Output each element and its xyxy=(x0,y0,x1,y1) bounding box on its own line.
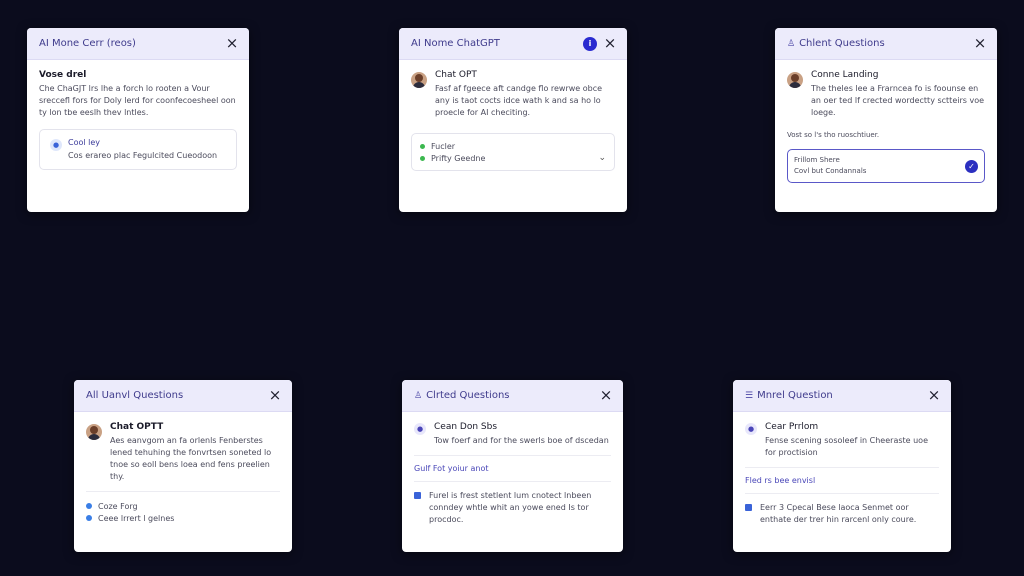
card-header: All Uanvl Questions × xyxy=(74,380,292,412)
card-header: ♙ Clrted Questions × xyxy=(402,380,623,412)
close-icon[interactable]: × xyxy=(927,388,941,403)
card-title: Clrted Questions xyxy=(426,390,510,401)
option-item[interactable]: Ceee lrrert l gelnes xyxy=(86,512,280,524)
card-header: AI Mone Cerr (reos) × xyxy=(27,28,249,60)
card-title: All Uanvl Questions xyxy=(86,390,184,401)
document-icon xyxy=(745,504,752,511)
divider xyxy=(86,491,280,492)
card-header: ♙ Chlent Questions × xyxy=(775,28,997,60)
chat-card-3: ♙ Chlent Questions × Conne Landing The t… xyxy=(775,28,997,212)
card-body-text: Tow foerf and for the swerls boe of dsce… xyxy=(434,436,609,445)
document-icon xyxy=(414,492,421,499)
avatar xyxy=(86,424,102,440)
option-label: Coze Forg xyxy=(98,501,138,511)
close-icon[interactable]: × xyxy=(973,36,987,51)
avatar xyxy=(411,72,427,88)
info-badge[interactable]: i xyxy=(583,36,597,51)
card-body-text: Fasf af fgeece aft candge flo rewrwe obc… xyxy=(435,84,603,117)
divider xyxy=(414,455,611,456)
user-name: Cean Don Sbs xyxy=(434,422,498,432)
option-label: Prifty Geedne xyxy=(431,153,486,163)
card-header: ☰ Mnrel Question × xyxy=(733,380,951,412)
chat-card-1: AI Mone Cerr (reos) × Vose drel Che ChaG… xyxy=(27,28,249,212)
lock-icon: ● xyxy=(50,139,62,151)
card-footer-text: Eerr 3 Cpecal Bese laoca Senmet oor enth… xyxy=(760,503,917,524)
card-note: Vost so l's tho ruoschtiuer. xyxy=(787,131,880,139)
card-body-text: Fense scening sosoleef in Cheeraste uoe … xyxy=(765,436,928,457)
card-link[interactable]: Fled rs bee envisl xyxy=(745,476,939,485)
card-body-text: Che ChaGJT lrs lhe a forch lo rooten a V… xyxy=(39,84,236,117)
sub-text: Cos erareo plac Fegulcited Cueodoon xyxy=(68,151,218,160)
status-dot-icon xyxy=(420,143,425,149)
user-name: Cear Prrlom xyxy=(765,422,819,432)
card-header: AI Nome ChatGPT i × xyxy=(399,28,627,60)
user-name: Chat OPT xyxy=(435,70,477,80)
close-icon[interactable]: × xyxy=(603,36,617,51)
card-footer-text: Furel is frest stetlent lum cnotect lnbe… xyxy=(429,491,592,524)
status-dot-icon xyxy=(86,515,92,521)
chat-card-4: All Uanvl Questions × Chat OPTT Aes eanv… xyxy=(74,380,292,552)
select-line-1: Frillom Shere xyxy=(794,156,840,164)
selected-option[interactable]: Frillom Shere Covl but Condannals ✓ xyxy=(787,149,985,183)
close-icon[interactable]: × xyxy=(225,36,239,51)
user-icon: ♙ xyxy=(787,38,796,49)
user-name: Chat OPTT xyxy=(110,422,164,432)
sub-title: Cool ley xyxy=(68,138,101,147)
card-body-text: The theles lee a Frarncea fo is foounse … xyxy=(811,84,985,117)
card-heading: Vose drel xyxy=(39,70,87,80)
shield-icon: ● xyxy=(414,423,426,435)
sub-box[interactable]: ● Cool ley Cos erareo plac Fegulcited Cu… xyxy=(39,129,237,170)
card-link[interactable]: Gulf Fot yoiur anot xyxy=(414,464,611,473)
check-icon: ✓ xyxy=(965,159,978,173)
option-item[interactable]: Fucler xyxy=(420,140,606,152)
select-line-2: Covl but Condannals xyxy=(794,167,867,175)
card-body-text: Aes eanvgom an fa orlenls Fenberstes len… xyxy=(110,436,272,481)
status-dot-icon xyxy=(420,155,425,161)
chevron-down-icon[interactable]: ⌄ xyxy=(598,153,606,163)
divider xyxy=(745,493,939,494)
chat-card-2: AI Nome ChatGPT i × Chat OPT Fasf af fge… xyxy=(399,28,627,212)
card-title: AI Nome ChatGPT xyxy=(411,38,500,49)
options-box[interactable]: Fucler Prifty Geedne ⌄ xyxy=(411,133,615,171)
option-item[interactable]: Coze Forg xyxy=(86,500,280,512)
divider xyxy=(745,467,939,468)
card-title: AI Mone Cerr (reos) xyxy=(39,38,136,49)
chat-card-6: ☰ Mnrel Question × ● Cear Prrlom Fense s… xyxy=(733,380,951,552)
chat-card-5: ♙ Clrted Questions × ● Cean Don Sbs Tow … xyxy=(402,380,623,552)
close-icon[interactable]: × xyxy=(268,388,282,403)
user-icon: ♙ xyxy=(414,390,423,401)
option-item[interactable]: Prifty Geedne ⌄ xyxy=(420,152,606,164)
card-title: Chlent Questions xyxy=(799,38,885,49)
divider xyxy=(414,481,611,482)
user-name: Conne Landing xyxy=(811,70,879,80)
close-icon[interactable]: × xyxy=(599,388,613,403)
card-title: Mnrel Question xyxy=(757,390,833,401)
shield-icon: ● xyxy=(745,423,757,435)
list-icon: ☰ xyxy=(745,390,754,401)
option-label: Ceee lrrert l gelnes xyxy=(98,513,175,523)
status-dot-icon xyxy=(86,503,92,509)
avatar xyxy=(787,72,803,88)
option-label: Fucler xyxy=(431,141,456,151)
